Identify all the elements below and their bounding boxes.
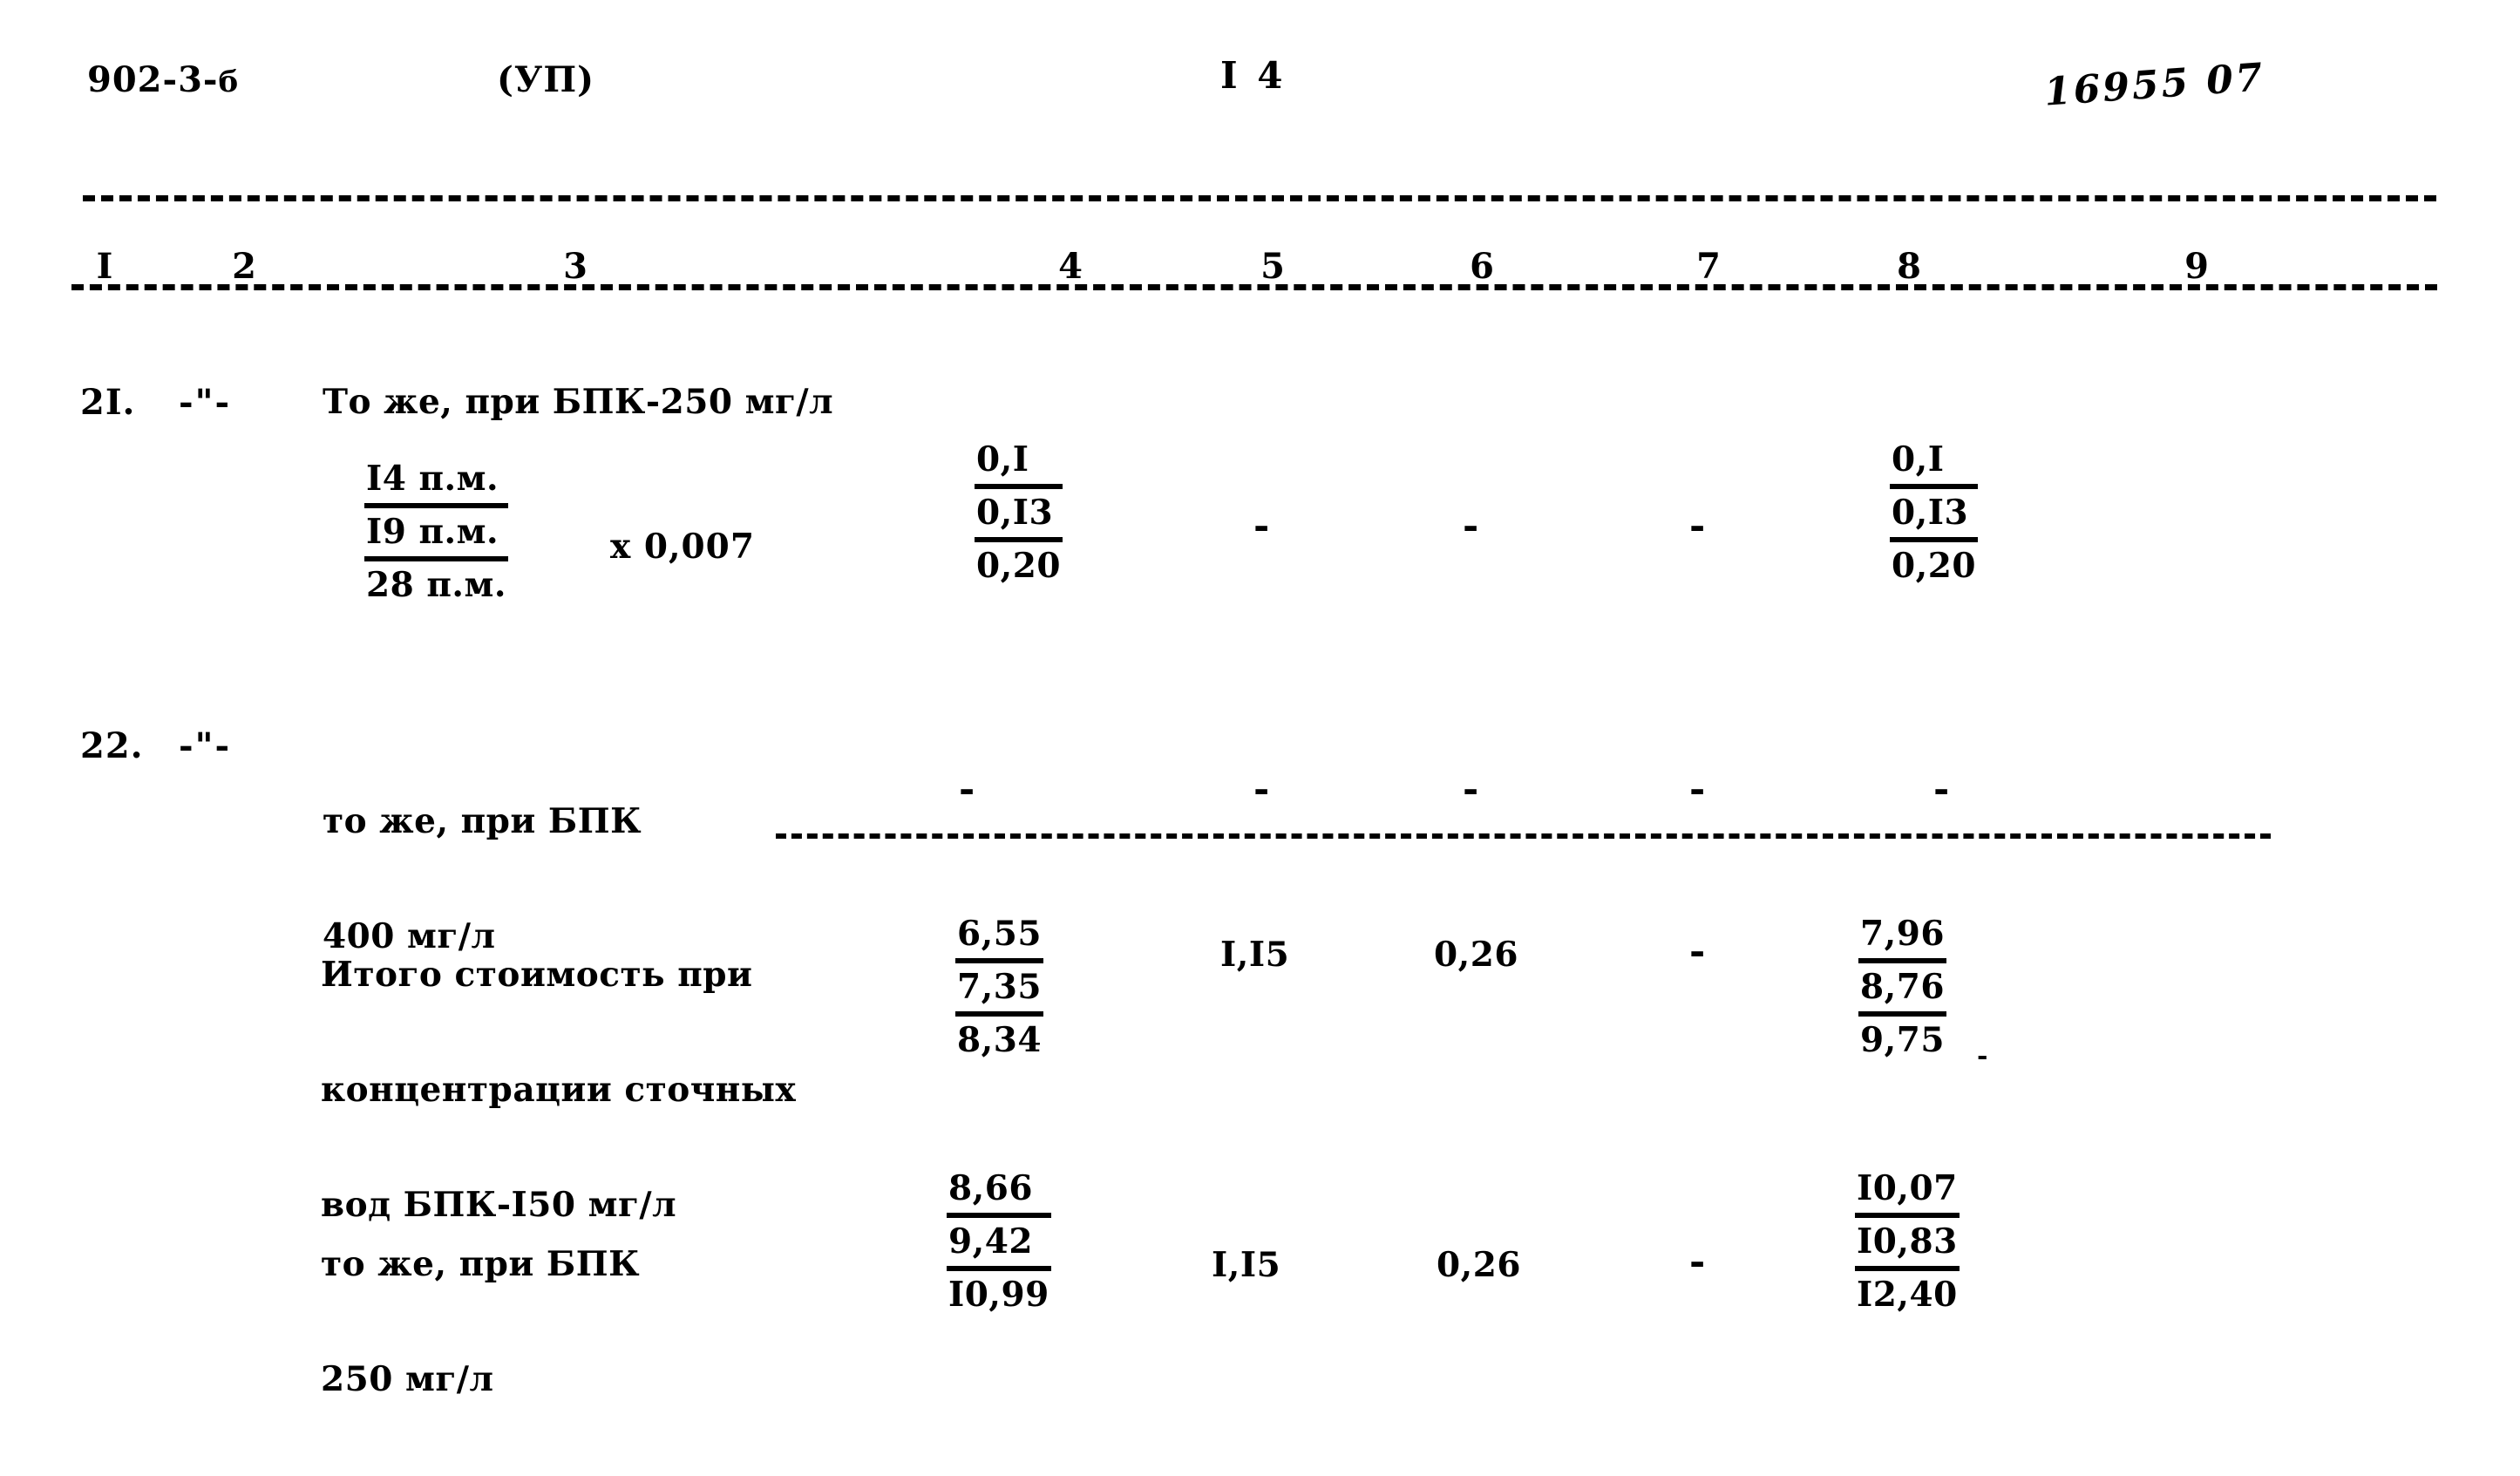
total-150-col8-line-3: 9,75 (1860, 1020, 1945, 1060)
page-number: I 4 (1220, 54, 1287, 97)
total-150-col5-value: I,I5 (1220, 935, 1290, 975)
document-code-text: 902-3- (87, 59, 219, 100)
row-21-col4-line-3: 0,20 (976, 546, 1061, 586)
total-150-description-line-2: концентрации сточных (321, 1070, 797, 1110)
row-21-formula-line-2: I9 п.м. (364, 508, 508, 561)
row-21-number: 2I. (80, 382, 136, 423)
total-250-description: то же, при БПК 250 мг/л (321, 1168, 640, 1475)
total-250-col8-line-3: I2,40 (1857, 1275, 1958, 1315)
column-header-8: 8 (1897, 246, 1921, 287)
table-header-bottom-rule (71, 284, 2437, 290)
column-header-7: 7 (1696, 246, 1721, 287)
column-header-4: 4 (1058, 246, 1083, 287)
column-header-6: 6 (1470, 246, 1494, 287)
row-21-col4-stack: 0,I 0,I3 0,20 (975, 436, 1063, 590)
row-21-col8-line-2: 0,I3 (1890, 489, 1978, 542)
row-21-multiplier: х 0,007 (610, 527, 755, 567)
column-header-3: 3 (563, 246, 588, 287)
total-250-col4-line-1: 8,66 (947, 1165, 1051, 1218)
column-header-5: 5 (1260, 246, 1285, 287)
document-code-suffix: б (218, 65, 240, 99)
row-22-col8-value: - (1933, 767, 1950, 812)
document-part-label: (УП) (497, 59, 595, 100)
row-21-col4-line-1: 0,I (975, 436, 1063, 489)
row-21-formula-line-1: I4 п.м. (364, 455, 508, 508)
total-150-col4-line-3: 8,34 (957, 1020, 1042, 1060)
total-150-description-line-1: Итого стоимость при (321, 955, 753, 995)
total-250-col6-value: 0,26 (1437, 1245, 1521, 1285)
row-22-col5-value: - (1253, 767, 1270, 812)
row-22-number: 22. (80, 725, 144, 766)
row-21-col4-line-2: 0,I3 (975, 489, 1063, 542)
total-150-col4-line-2: 7,35 (955, 963, 1043, 1017)
total-150-col8-stack: 7,96 8,76 9,75 (1858, 910, 1946, 1064)
total-250-description-line-2: 250 мг/л (321, 1359, 494, 1399)
row-22-col7-value: - (1689, 767, 1706, 812)
row-21-col8-stack: 0,I 0,I3 0,20 (1890, 436, 1978, 590)
total-250-col4-line-3: I0,99 (948, 1275, 1049, 1315)
total-250-description-line-1: то же, при БПК (321, 1244, 641, 1284)
total-250-col8-line-1: I0,07 (1855, 1165, 1960, 1218)
total-250-col4-stack: 8,66 9,42 I0,99 (947, 1165, 1051, 1319)
row-21-formula-stack: I4 п.м. I9 п.м. 28 п.м. (364, 455, 508, 609)
total-250-col4-line-2: 9,42 (947, 1218, 1051, 1271)
document-page: 902-3-б (УП) I 4 16955 07 I 2 3 4 5 6 7 … (0, 0, 2520, 1412)
row-22-description-line-1: то же, при БПК (323, 801, 642, 841)
column-header-2: 2 (232, 246, 256, 287)
row-21-formula-line-3: 28 п.м. (366, 565, 506, 605)
document-code: 902-3-б (87, 59, 239, 100)
total-250-col5-value: I,I5 (1212, 1245, 1281, 1285)
total-150-col8-line-2: 8,76 (1858, 963, 1946, 1017)
total-150-col8-stray-mark: - (1977, 1041, 1988, 1071)
total-150-col8-line-1: 7,96 (1858, 910, 1946, 963)
row-22-repeat-mark: -"- (179, 725, 232, 766)
column-header-1: I (96, 246, 113, 287)
total-150-col4-line-1: 6,55 (955, 910, 1043, 963)
total-250-col7-value: - (1689, 1240, 1706, 1284)
total-250-col8-line-2: I0,83 (1855, 1218, 1960, 1271)
total-150-col4-stack: 6,55 7,35 8,34 (955, 910, 1043, 1064)
handwritten-stamp: 16955 07 (2042, 55, 2267, 115)
total-150-col7-value: - (1689, 929, 1706, 974)
total-250-col8-stack: I0,07 I0,83 I2,40 (1855, 1165, 1960, 1319)
total-150-col6-value: 0,26 (1434, 935, 1518, 975)
subtotal-separator-rule (776, 833, 2271, 839)
row-21-repeat-mark: -"- (179, 382, 232, 423)
row-21-col8-line-1: 0,I (1890, 436, 1978, 489)
row-21-col5-value: - (1253, 504, 1270, 548)
row-21-description: То же, при БПК-250 мг/л (323, 382, 834, 422)
row-22-col6-value: - (1463, 767, 1479, 812)
row-22-col4-value: - (959, 767, 975, 812)
table-top-rule (83, 195, 2436, 201)
row-21-col6-value: - (1463, 504, 1479, 548)
row-21-col8-line-3: 0,20 (1892, 546, 1976, 586)
column-header-9: 9 (2184, 246, 2209, 287)
row-21-col7-value: - (1689, 504, 1706, 548)
